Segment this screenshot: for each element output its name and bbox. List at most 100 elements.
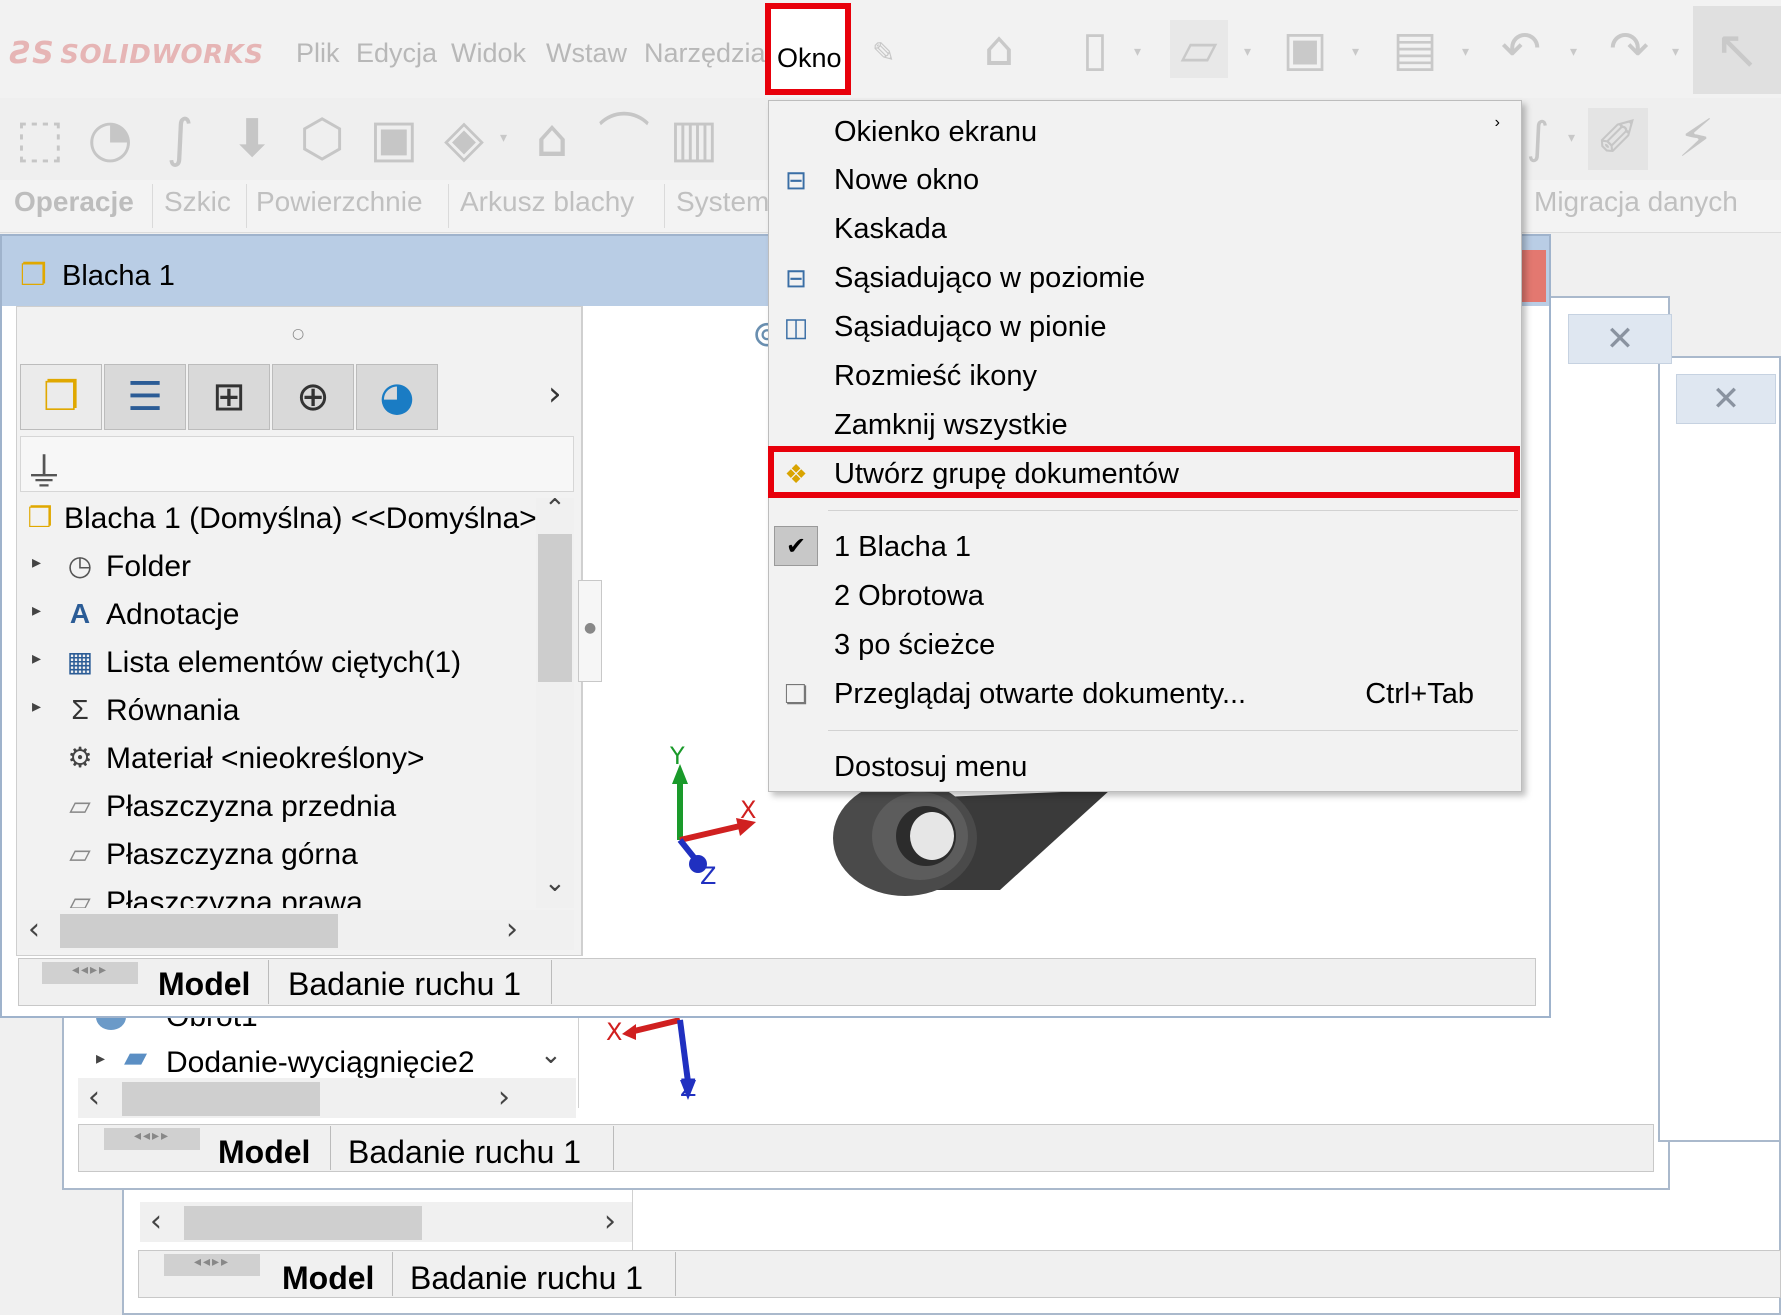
chevron-right-icon[interactable]: › [548, 374, 562, 414]
scroll-left-icon[interactable]: ‹ [88, 1080, 100, 1115]
scrollbar-thumb[interactable] [60, 914, 338, 948]
chevron-down-icon[interactable]: ▾ [1672, 44, 1679, 60]
filter-icon[interactable]: ⏚ [24, 440, 64, 498]
pin-icon[interactable]: ✎ [872, 36, 895, 69]
menu-item-browse-documents[interactable]: ❏ Przeglądaj otwarte dokumenty... Ctrl+T… [770, 670, 1520, 718]
tab-migracja-danych[interactable]: Migracja danych [1528, 186, 1744, 218]
swept-cut-icon[interactable]: ⌒ [594, 108, 654, 170]
expand-arrow-icon[interactable]: ▸ [32, 648, 41, 669]
menu-edycja[interactable]: Edycja [356, 38, 437, 69]
menu-plik[interactable]: Plik [296, 38, 340, 69]
close-window-button[interactable]: ✕ [1568, 314, 1672, 364]
print-icon[interactable]: ▤ [1386, 20, 1444, 78]
tab-nav-arrows[interactable]: ◂◂▸▸ [104, 1128, 200, 1150]
feature-tree-tab-icon[interactable]: ❐ [20, 364, 102, 430]
redo-icon[interactable]: ↷ [1600, 20, 1658, 78]
tree-item-plaszczyzna-przednia[interactable]: ▱ Płaszczyzna przednia [20, 786, 540, 832]
instant3d-icon[interactable]: ✐ [1588, 108, 1648, 170]
tab-model[interactable]: Model [158, 966, 250, 1003]
chevron-down-icon[interactable]: ▾ [1568, 130, 1575, 146]
scroll-right-icon[interactable]: › [506, 912, 518, 947]
close-window-button[interactable]: ✕ [1676, 374, 1776, 424]
tab-model[interactable]: Model [282, 1260, 374, 1297]
menu-item-rozmiesc-ikony[interactable]: Rozmieść ikony [770, 352, 1520, 400]
menu-item-document-3[interactable]: 3 po ścieżce [770, 621, 1520, 669]
scrollbar-thumb[interactable] [184, 1206, 422, 1240]
tab-powierzchnie[interactable]: Powierzchnie [250, 186, 429, 218]
open-folder-icon[interactable]: ▱ [1170, 20, 1228, 78]
tree-item-lista-elementow[interactable]: ▸ ▦ Lista elementów ciętych(1) [20, 642, 540, 688]
scroll-right-icon[interactable]: › [498, 1080, 510, 1115]
menu-item-zamknij-wszystkie[interactable]: Zamknij wszystkie [770, 401, 1520, 449]
menu-widok[interactable]: Widok [451, 38, 526, 69]
menu-okno[interactable]: Okno [765, 3, 851, 95]
chevron-down-icon[interactable]: ▾ [1134, 44, 1141, 60]
scroll-right-icon[interactable]: › [604, 1204, 616, 1239]
panel-grip-icon[interactable]: ○ [292, 326, 304, 342]
new-document-icon[interactable]: ▯ [1066, 20, 1124, 78]
display-manager-icon[interactable]: ◕ [356, 364, 438, 430]
expand-arrow-icon[interactable]: ▸ [32, 600, 41, 621]
tab-operacje[interactable]: Operacje [8, 186, 140, 218]
tab-arkusz-blachy[interactable]: Arkusz blachy [454, 186, 640, 218]
tab-nav-arrows[interactable]: ◂◂▸▸ [42, 962, 138, 984]
scroll-up-icon[interactable]: ⌃ [544, 494, 566, 524]
scroll-down-icon[interactable]: ⌄ [540, 1040, 562, 1070]
tab-motion-study[interactable]: Badanie ruchu 1 [348, 1134, 581, 1171]
tab-nav-arrows[interactable]: ◂◂▸▸ [164, 1254, 260, 1276]
menu-item-kaskada[interactable]: Kaskada [770, 205, 1520, 253]
revolved-cut-icon[interactable]: ⌂ [522, 108, 582, 170]
splitter-grip-icon[interactable]: ● [584, 620, 596, 636]
tree-item-dodanie-wyciagniecie2[interactable]: Dodanie-wyciągnięcie2 [166, 1046, 475, 1080]
scroll-down-icon[interactable]: ⌄ [544, 868, 566, 898]
tab-szkic[interactable]: Szkic [158, 186, 237, 218]
boundary-boss-icon[interactable]: ⬡ [292, 108, 352, 170]
extruded-cut-icon[interactable]: ▣ [364, 108, 424, 170]
tree-item-root[interactable]: ❐ Blacha 1 (Domyślna) <<Domyślna>_ [20, 498, 553, 544]
chevron-down-icon[interactable]: ▾ [1352, 44, 1359, 60]
scroll-left-icon[interactable]: ‹ [150, 1204, 162, 1239]
tab-motion-study[interactable]: Badanie ruchu 1 [410, 1260, 643, 1297]
menu-item-sasiadujaco-pionie[interactable]: ◫ Sąsiadująco w pionie [770, 303, 1520, 351]
expand-arrow-icon[interactable]: ▸ [32, 696, 41, 717]
tree-item-plaszczyzna-prawa[interactable]: ▱ Płaszczyzna prawa [20, 882, 540, 908]
rapid-sketch-icon[interactable]: ⚡ [1666, 108, 1726, 170]
menu-item-nowe-okno[interactable]: ⊟ Nowe okno [770, 156, 1520, 204]
tab-motion-study[interactable]: Badanie ruchu 1 [288, 966, 521, 1003]
scroll-left-icon[interactable]: ‹ [28, 912, 40, 947]
menu-wstaw[interactable]: Wstaw [546, 38, 627, 69]
save-icon[interactable]: ▣ [1276, 20, 1334, 78]
undo-icon[interactable]: ↶ [1492, 20, 1550, 78]
configuration-manager-icon[interactable]: ⊞ [188, 364, 270, 430]
lofted-boss-icon[interactable]: ⬇ [222, 108, 282, 170]
menu-item-dostosuj-menu[interactable]: Dostosuj menu [770, 743, 1520, 791]
tree-item-adnotacje[interactable]: ▸ A Adnotacje [20, 594, 540, 640]
chevron-down-icon[interactable]: ▾ [1462, 44, 1469, 60]
expand-arrow-icon[interactable]: ▸ [96, 1048, 105, 1069]
home-icon[interactable]: ⌂ [970, 20, 1028, 78]
menu-item-document-1[interactable]: 1 Blacha 1 [770, 523, 1520, 571]
chevron-down-icon[interactable]: ▾ [500, 130, 507, 146]
menu-narzedzia[interactable]: Narzędzia [644, 38, 766, 69]
expand-arrow-icon[interactable]: ▸ [32, 552, 41, 573]
select-cursor-icon[interactable]: ↖ [1693, 6, 1781, 94]
tab-system[interactable]: System [670, 186, 775, 218]
scrollbar-thumb[interactable] [122, 1082, 320, 1116]
hole-wizard-icon[interactable]: ◈ [434, 108, 494, 170]
tree-item-material[interactable]: ⚙ Materiał <nieokreślony> [20, 738, 540, 784]
menu-item-okienko-ekranu[interactable]: Okienko ekranu › [770, 108, 1520, 156]
scrollbar-thumb[interactable] [538, 534, 572, 682]
tree-item-folder[interactable]: ▸ ◷ Folder [20, 546, 540, 592]
extruded-boss-icon[interactable]: ⬚ [10, 108, 70, 170]
property-manager-icon[interactable]: ☰ [104, 364, 186, 430]
revolved-boss-icon[interactable]: ◔ [80, 108, 140, 170]
lofted-cut-icon[interactable]: ▥ [664, 108, 724, 170]
tab-model[interactable]: Model [218, 1134, 310, 1171]
menu-item-document-2[interactable]: 2 Obrotowa [770, 572, 1520, 620]
chevron-down-icon[interactable]: ▾ [1570, 44, 1577, 60]
tree-item-rownania[interactable]: ▸ Σ Równania [20, 690, 540, 736]
chevron-down-icon[interactable]: ▾ [1244, 44, 1251, 60]
menu-item-sasiadujaco-poziomie[interactable]: ⊟ Sąsiadująco w poziomie [770, 254, 1520, 302]
tree-item-plaszczyzna-gorna[interactable]: ▱ Płaszczyzna górna [20, 834, 540, 880]
swept-boss-icon[interactable]: ∫ [150, 108, 210, 170]
